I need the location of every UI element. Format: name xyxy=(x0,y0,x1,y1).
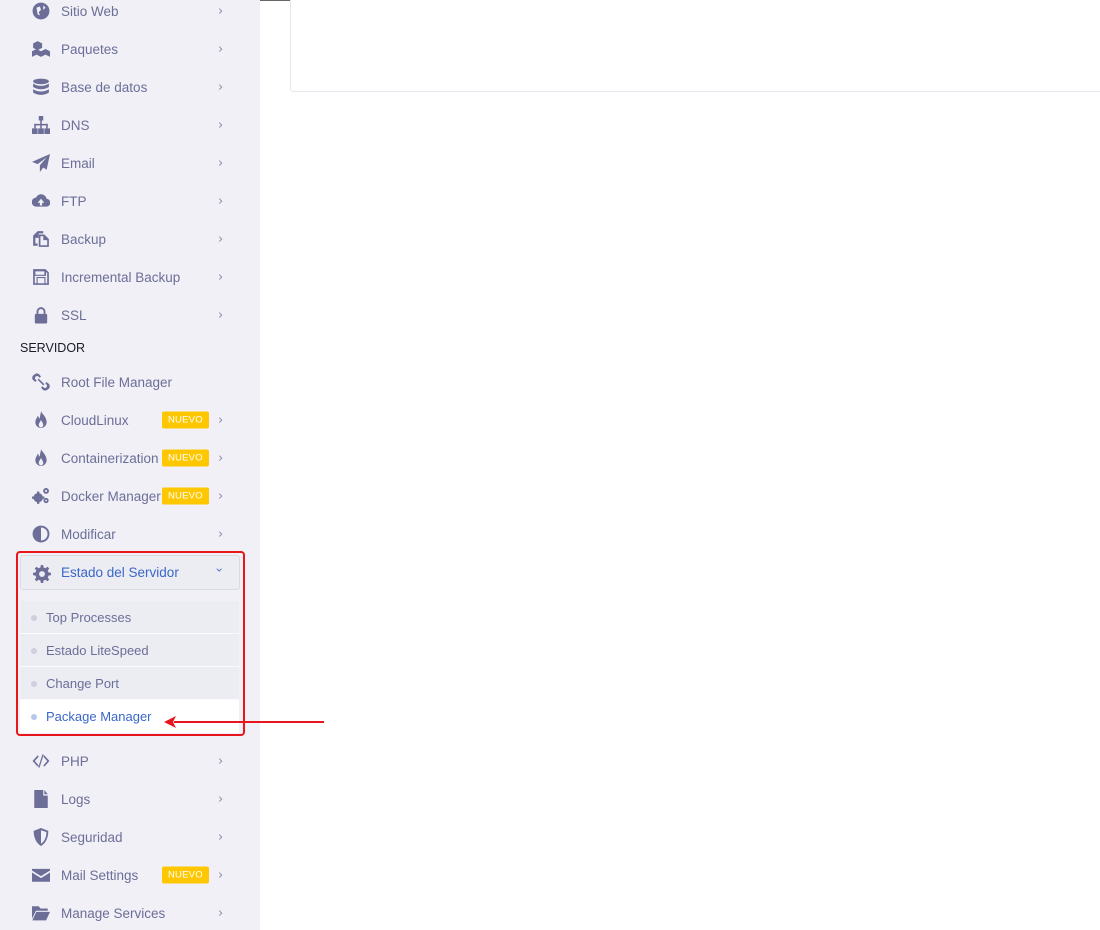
chevron-right-icon: › xyxy=(218,753,224,769)
sidebar-item-label: Incremental Backup xyxy=(61,269,181,285)
sidebar-item-sitio-web[interactable]: Sitio Web › xyxy=(0,0,260,30)
chevron-right-icon: › xyxy=(218,3,224,19)
sidebar-item-modificar[interactable]: Modificar › xyxy=(0,515,260,553)
sidebar-item-label: DNS xyxy=(61,117,90,133)
sidebar-item-logs[interactable]: Logs › xyxy=(0,780,260,818)
fire-icon xyxy=(31,448,51,468)
sidebar-item-manage-services[interactable]: Manage Services › xyxy=(0,894,260,930)
database-icon xyxy=(31,77,51,97)
sidebar-item-containerization[interactable]: Containerization NUEVO › xyxy=(0,439,260,477)
fire-icon xyxy=(31,410,51,430)
sidebar-item-mail-settings[interactable]: Mail Settings NUEVO › xyxy=(0,856,260,894)
sidebar-item-backup[interactable]: Backup › xyxy=(0,220,260,258)
sitemap-icon xyxy=(31,115,51,135)
sidebar-item-seguridad[interactable]: Seguridad › xyxy=(0,818,260,856)
chevron-right-icon: › xyxy=(218,526,224,542)
chevron-right-icon: › xyxy=(218,829,224,845)
folder-open-icon xyxy=(31,903,51,923)
chevron-right-icon: › xyxy=(218,117,224,133)
sidebar-item-paquetes[interactable]: Paquetes › xyxy=(0,30,260,68)
adjust-icon xyxy=(31,524,51,544)
sidebar-item-label: CloudLinux xyxy=(61,412,129,428)
new-badge: NUEVO xyxy=(162,866,209,884)
cloud-upload-icon xyxy=(31,191,51,211)
chevron-right-icon: › xyxy=(218,450,224,466)
shield-icon xyxy=(31,827,51,847)
chevron-right-icon: › xyxy=(218,791,224,807)
sidebar-item-label: Backup xyxy=(61,231,107,247)
sidebar-item-label: SSL xyxy=(61,307,87,323)
chevron-right-icon: › xyxy=(218,79,224,95)
chevron-right-icon: › xyxy=(218,269,224,285)
cubes-icon xyxy=(31,39,51,59)
sidebar-item-label: Base de datos xyxy=(61,79,148,95)
sidebar-item-label: Email xyxy=(61,155,95,171)
chevron-right-icon: › xyxy=(218,412,224,428)
sidebar-item-php[interactable]: PHP › xyxy=(0,742,260,780)
sidebar-item-label: Mail Settings xyxy=(61,867,139,883)
file-icon xyxy=(31,789,51,809)
sidebar-item-label: PHP xyxy=(61,753,89,769)
sidebar-item-dns[interactable]: DNS › xyxy=(0,106,260,144)
sidebar-item-label: Docker Manager xyxy=(61,488,161,504)
section-title-servidor: SERVIDOR xyxy=(20,341,86,355)
lock-icon xyxy=(31,305,51,325)
sidebar-item-cloudlinux[interactable]: CloudLinux NUEVO › xyxy=(0,401,260,439)
chevron-right-icon: › xyxy=(218,905,224,921)
sidebar-item-label: Paquetes xyxy=(61,41,119,57)
sidebar-item-docker-manager[interactable]: Docker Manager NUEVO › xyxy=(0,477,260,515)
chevron-right-icon: › xyxy=(218,41,224,57)
sidebar-item-label: Containerization xyxy=(61,450,159,466)
sidebar-item-email[interactable]: Email › xyxy=(0,144,260,182)
highlight-box xyxy=(16,551,245,736)
new-badge: NUEVO xyxy=(162,411,209,429)
globe-icon xyxy=(31,1,51,21)
chevron-right-icon: › xyxy=(218,193,224,209)
sidebar-item-root-file-manager[interactable]: Root File Manager xyxy=(0,363,260,401)
sidebar-item-label: Root File Manager xyxy=(61,374,173,390)
new-badge: NUEVO xyxy=(162,449,209,467)
sidebar-item-incremental-backup[interactable]: Incremental Backup › xyxy=(0,258,260,296)
sidebar-item-ssl[interactable]: SSL › xyxy=(0,296,260,334)
envelope-icon xyxy=(31,865,51,885)
chevron-right-icon: › xyxy=(218,488,224,504)
sidebar-item-base-de-datos[interactable]: Base de datos › xyxy=(0,68,260,106)
floppy-icon xyxy=(31,267,51,287)
link-icon xyxy=(31,372,51,392)
content-card xyxy=(290,0,1100,92)
chevron-right-icon: › xyxy=(218,307,224,323)
copy-icon xyxy=(31,229,51,249)
sidebar-item-label: Modificar xyxy=(61,526,116,542)
sidebar-item-label: Manage Services xyxy=(61,905,166,921)
chevron-right-icon: › xyxy=(218,155,224,171)
sidebar-item-ftp[interactable]: FTP › xyxy=(0,182,260,220)
annotation-arrow-icon xyxy=(164,716,324,728)
cogs-icon xyxy=(31,486,51,506)
paper-plane-icon xyxy=(31,153,51,173)
code-icon xyxy=(31,751,51,771)
sidebar-item-label: FTP xyxy=(61,193,87,209)
new-badge: NUEVO xyxy=(162,487,209,505)
sidebar-item-label: Seguridad xyxy=(61,829,123,845)
main-content xyxy=(260,0,1100,930)
sidebar: Sitio Web › Paquetes › Base de datos › D… xyxy=(0,0,260,930)
sidebar-item-label: Logs xyxy=(61,791,91,807)
chevron-right-icon: › xyxy=(218,867,224,883)
sidebar-item-label: Sitio Web xyxy=(61,3,119,19)
chevron-right-icon: › xyxy=(218,231,224,247)
